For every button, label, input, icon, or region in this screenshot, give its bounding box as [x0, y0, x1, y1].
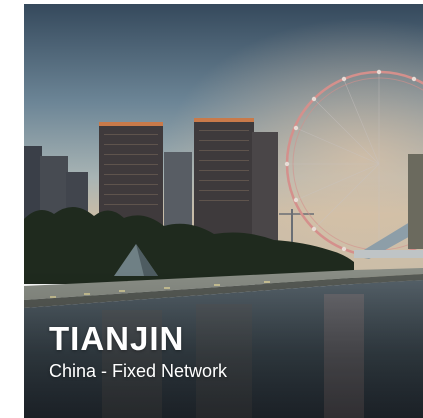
- city-name: TIANJIN: [49, 320, 185, 357]
- card-caption: TIANJIN China - Fixed Network: [49, 320, 227, 382]
- city-card-tianjin[interactable]: TIANJIN China - Fixed Network: [24, 4, 423, 418]
- network-type: China - Fixed Network: [49, 361, 228, 381]
